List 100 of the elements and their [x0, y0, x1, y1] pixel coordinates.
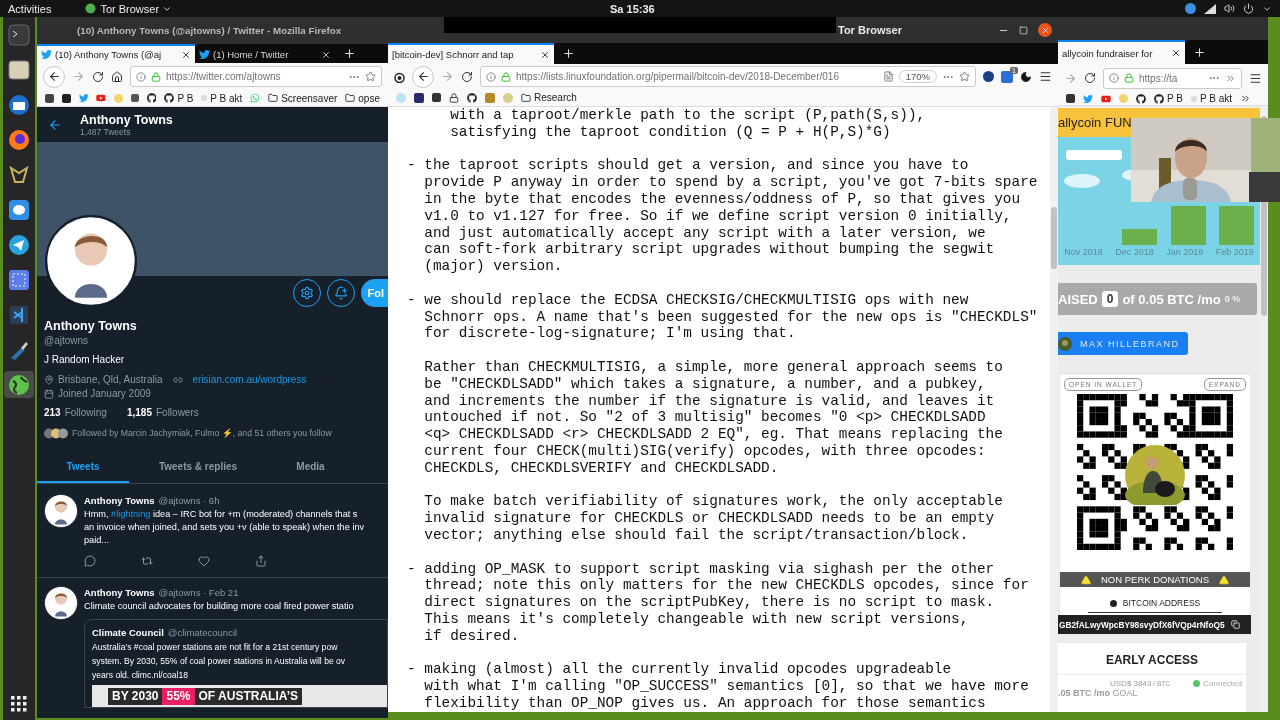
tweet-author: Anthony Towns	[84, 494, 155, 508]
goal-text: .05 BTC /mo GOAL	[1058, 688, 1139, 698]
star-icon[interactable]	[959, 71, 970, 82]
close-button[interactable]	[1038, 23, 1052, 37]
followers-label[interactable]: Followers	[155, 406, 199, 420]
activities-button[interactable]: Activities	[8, 2, 52, 15]
reload-icon[interactable]	[461, 70, 473, 83]
terminal-icon	[8, 23, 30, 46]
joined-date: Joined January 2009	[58, 387, 151, 401]
website-link[interactable]: erisian.com.au/wordpress	[192, 373, 307, 387]
close-icon[interactable]	[540, 49, 550, 60]
app-grid-icon	[11, 696, 27, 712]
info-icon	[486, 71, 496, 82]
video-icon[interactable]	[1101, 93, 1111, 104]
mail-icon	[8, 93, 30, 116]
profile-tab[interactable]: Tweets & replies	[129, 451, 267, 483]
warning-icon	[1219, 574, 1229, 585]
github-icon[interactable]	[467, 92, 477, 103]
home-icon[interactable]	[111, 70, 123, 83]
profile-tab[interactable]: Media	[267, 451, 354, 483]
quoted-tweet[interactable]	[84, 619, 388, 708]
close-icon[interactable]	[321, 49, 331, 60]
close-icon[interactable]	[1171, 48, 1181, 58]
bookmark-icon[interactable]	[414, 92, 424, 103]
tweet-meta: @ajtowns · 6h	[158, 494, 220, 508]
browser-tab[interactable]: [bitcoin-dev] Schnorr and tap	[388, 43, 554, 64]
raised-goal: of 0.05 BTC /mo	[1122, 291, 1221, 307]
axis-label: Feb 2019	[1215, 247, 1254, 257]
cloud	[1064, 174, 1100, 188]
back-button[interactable]	[412, 65, 434, 88]
bookmark-item[interactable]: P B	[1154, 93, 1183, 104]
chart-type-toggle[interactable]	[1066, 150, 1122, 160]
menu-icon[interactable]	[1039, 70, 1052, 83]
bookmark-folder[interactable]: Research	[521, 92, 577, 103]
close-icon	[1040, 25, 1050, 35]
bookmark-icon[interactable]	[432, 93, 441, 102]
lock-icon	[501, 71, 511, 82]
retweet-icon[interactable]	[141, 555, 153, 567]
onion-icon[interactable]	[394, 70, 405, 83]
browser-tab[interactable]: allycoin fundraiser for	[1058, 40, 1185, 64]
location: Brisbane, Qld, Australia	[58, 373, 163, 387]
browser-tab[interactable]: (1) Home / Twitter	[195, 44, 335, 63]
profile-tab[interactable]: Tweets	[37, 451, 129, 483]
email-paragraph: - adding OP_MASK to support script masking via sighash per the other thread; note this only matters for the new CHECKDLS opcodes, since for direct signatures on the scriptPubKey, there is no script to mask. This means it's completely changeable with new script versions, if desired.	[407, 560, 1030, 645]
url-field[interactable]: https://twitter.com/ajtowns	[130, 66, 382, 87]
video-icon[interactable]	[96, 93, 107, 103]
window-title: Tor Browser	[838, 24, 902, 36]
url-field[interactable]: https://ta	[1103, 67, 1242, 89]
hashtag-link[interactable]: #lightning	[111, 509, 151, 519]
github-icon[interactable]	[1136, 93, 1146, 104]
close-icon[interactable]	[181, 49, 191, 60]
reload-icon[interactable]	[1084, 72, 1096, 84]
copy-icon[interactable]	[1230, 620, 1240, 629]
reader-icon[interactable]	[882, 71, 894, 82]
extension-icon[interactable]	[983, 71, 994, 82]
url-field[interactable]: https://lists.linuxfoundation.org/pipermail/bitcoin-dev/2018-December/016 170%	[480, 66, 976, 87]
info-icon	[1109, 73, 1119, 83]
location-icon	[44, 375, 54, 385]
bookmark-item[interactable]: P B akt	[1190, 93, 1232, 104]
extension-icon[interactable]	[1001, 70, 1013, 83]
followed-by-text: Followed by Marcin Jachymiak, Fulmo ⚡, and 51 others you follow	[72, 427, 332, 440]
star-icon[interactable]	[365, 71, 376, 82]
back-icon[interactable]	[48, 117, 62, 132]
bookmark-item[interactable]: P B	[164, 92, 194, 104]
wallet-icon	[8, 163, 30, 186]
plus-icon	[343, 47, 356, 60]
browser-tab[interactable]: (10) Anthony Towns (@aj	[37, 44, 195, 63]
email-paragraph: - we should replace the ECDSA CHECKSIG/CHECKMULTISIG ops with new Schnorr ops. A name that's been suggested for the new ops is "CHECKDLS" for discrete-log-signature; I'm using that.	[407, 291, 1039, 343]
bookmark-folder[interactable]: opse	[345, 92, 380, 104]
menu-icon[interactable]	[1249, 71, 1262, 85]
axis-label: Nov 2018	[1064, 247, 1103, 257]
bitcoin-address: GB2fALwyWpcBY98svyDfX6fVQp4rNfoQ5	[1059, 619, 1225, 630]
overflow-icon[interactable]	[1240, 93, 1251, 104]
folder-icon	[268, 93, 279, 103]
dock-item[interactable]	[4, 371, 34, 398]
clock: Sa 15:36	[610, 2, 655, 15]
bookmark-folder[interactable]: Screensaver	[268, 92, 338, 104]
maximize-icon[interactable]	[1019, 25, 1028, 35]
back-icon	[47, 70, 61, 83]
volume-icon	[1224, 3, 1235, 14]
settings-icon	[299, 286, 314, 300]
lock-icon[interactable]	[449, 92, 459, 103]
tweet-text: Climate council advocates for building more coal fired power statio	[84, 600, 355, 613]
follower-avatars	[44, 427, 68, 439]
bookmark-icon[interactable]	[1066, 94, 1075, 103]
moon-icon[interactable]	[1020, 70, 1032, 83]
reload-icon[interactable]	[92, 70, 104, 83]
following-count: 213	[44, 406, 61, 420]
app-menu[interactable]: Tor Browser	[100, 2, 160, 15]
avatar	[44, 586, 78, 620]
lock-icon	[151, 71, 161, 82]
reply-icon[interactable]	[84, 555, 96, 567]
back-button[interactable]	[43, 65, 65, 88]
github-icon[interactable]	[146, 93, 157, 103]
like-icon[interactable]	[198, 555, 210, 567]
share-icon[interactable]	[255, 555, 267, 567]
following-label[interactable]: Following	[64, 406, 107, 420]
raised-amount: 0	[1101, 291, 1119, 307]
bookmark-item[interactable]: P B akt	[201, 92, 243, 104]
github-icon	[164, 93, 175, 103]
